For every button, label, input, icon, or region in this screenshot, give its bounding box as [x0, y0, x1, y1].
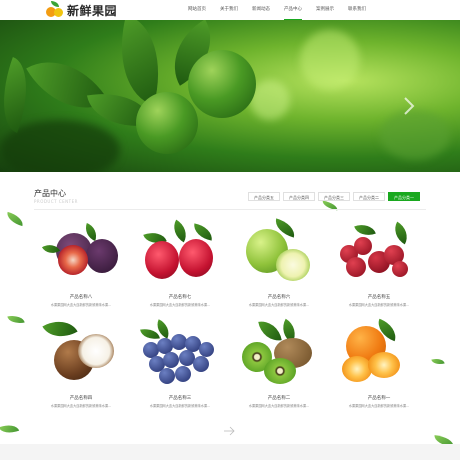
nav-item-home[interactable]: 网站首页 — [188, 0, 206, 20]
decorative-leaf — [7, 313, 25, 326]
product-name: 产品名称六 — [267, 295, 291, 300]
logo[interactable]: 新鲜果园 — [46, 1, 117, 19]
product-card[interactable]: 产品名称六 水果果园网大连大连新鲜的新鲜美味水果... — [234, 215, 324, 307]
footer-band — [0, 444, 460, 460]
tab-category-2[interactable]: 产品分类二 — [353, 192, 385, 201]
product-name: 产品名称七 — [168, 295, 192, 300]
product-card[interactable]: 产品名称七 水果果园网大连大连新鲜的新鲜美味水果... — [135, 215, 225, 307]
nav-item-news[interactable]: 新闻动态 — [252, 0, 270, 20]
product-name: 产品名称三 — [168, 396, 192, 401]
apple-image — [234, 215, 324, 291]
leaf-image — [26, 40, 109, 130]
lime-image — [188, 50, 256, 118]
product-card[interactable]: 产品名称八 水果果园网大连大连新鲜的新鲜美味水果... — [36, 215, 126, 307]
product-desc: 水果果园网大连大连新鲜的新鲜美味水果... — [348, 404, 410, 408]
tab-category-1[interactable]: 产品分类一 — [388, 192, 420, 201]
product-card[interactable]: 产品名称一 水果果园网大连大连新鲜的新鲜美味水果... — [334, 316, 424, 408]
product-name: 产品名称八 — [69, 295, 93, 300]
product-desc: 水果果园网大连大连新鲜的新鲜美味水果... — [248, 303, 310, 307]
decorative-leaf — [0, 421, 20, 437]
product-desc: 水果果园网大连大连新鲜的新鲜美味水果... — [348, 303, 410, 307]
orange-image — [334, 316, 424, 392]
section-subtitle: PRODUCT CENTER — [34, 199, 78, 204]
product-card[interactable]: 产品名称五 水果果园网大连大连新鲜的新鲜美味水果... — [334, 215, 424, 307]
product-desc: 水果果园网大连大连新鲜的新鲜美味水果... — [50, 404, 112, 408]
fruit-logo-icon — [46, 1, 64, 19]
nav-item-about[interactable]: 关于我们 — [220, 0, 238, 20]
nav-item-contact[interactable]: 联系我们 — [348, 0, 366, 20]
product-name: 产品名称二 — [267, 396, 291, 401]
bokeh-light — [300, 30, 360, 90]
nav-item-products[interactable]: 产品中心 — [284, 0, 302, 20]
product-desc: 水果果园网大连大连新鲜的新鲜美味水果... — [149, 303, 211, 307]
lime-image — [136, 92, 198, 154]
site-header: 新鲜果园 网站首页 关于我们 新闻动态 产品中心 案例展示 联系我们 — [0, 0, 460, 20]
product-card[interactable]: 产品名称三 水果果园网大连大连新鲜的新鲜美味水果... — [135, 316, 225, 408]
product-name: 产品名称四 — [69, 396, 93, 401]
decorative-leaf — [431, 356, 445, 367]
logo-text: 新鲜果园 — [67, 3, 118, 18]
product-card[interactable]: 产品名称四 水果果园网大连大连新鲜的新鲜美味水果... — [36, 312, 126, 408]
decorative-leaf — [5, 211, 25, 227]
product-desc: 水果果园网大连大连新鲜的新鲜美味水果... — [248, 404, 310, 408]
tab-category-3[interactable]: 产品分类三 — [318, 192, 350, 201]
kiwi-image — [234, 316, 324, 392]
product-name: 产品名称五 — [367, 295, 391, 300]
product-category-tabs: 产品分类五 产品分类四 产品分类三 产品分类二 产品分类一 — [245, 192, 420, 201]
section-divider — [34, 209, 426, 210]
fig-image — [36, 215, 126, 291]
coconut-image — [36, 312, 126, 392]
product-name: 产品名称一 — [367, 396, 391, 401]
product-desc: 水果果园网大连大连新鲜的新鲜美味水果... — [149, 404, 211, 408]
banner-next-button[interactable] — [402, 96, 416, 116]
hero-banner — [0, 20, 460, 172]
main-nav: 网站首页 关于我们 新闻动态 产品中心 案例展示 联系我们 — [188, 0, 380, 20]
pager-next-button[interactable] — [223, 421, 235, 436]
arrow-right-icon — [224, 426, 235, 436]
tab-category-5[interactable]: 产品分类五 — [248, 192, 280, 201]
blueberry-image — [135, 316, 225, 392]
bokeh-light — [380, 110, 450, 160]
bokeh-light — [250, 80, 290, 120]
raspberry-image — [135, 215, 225, 291]
cherry-image — [334, 215, 424, 291]
chevron-right-icon — [404, 97, 415, 115]
product-desc: 水果果园网大连大连新鲜的新鲜美味水果... — [50, 303, 112, 307]
section-title: 产品中心 — [34, 189, 66, 198]
product-card[interactable]: 产品名称二 水果果园网大连大连新鲜的新鲜美味水果... — [234, 316, 324, 408]
nav-item-cases[interactable]: 案例展示 — [316, 0, 334, 20]
tab-category-4[interactable]: 产品分类四 — [283, 192, 315, 201]
